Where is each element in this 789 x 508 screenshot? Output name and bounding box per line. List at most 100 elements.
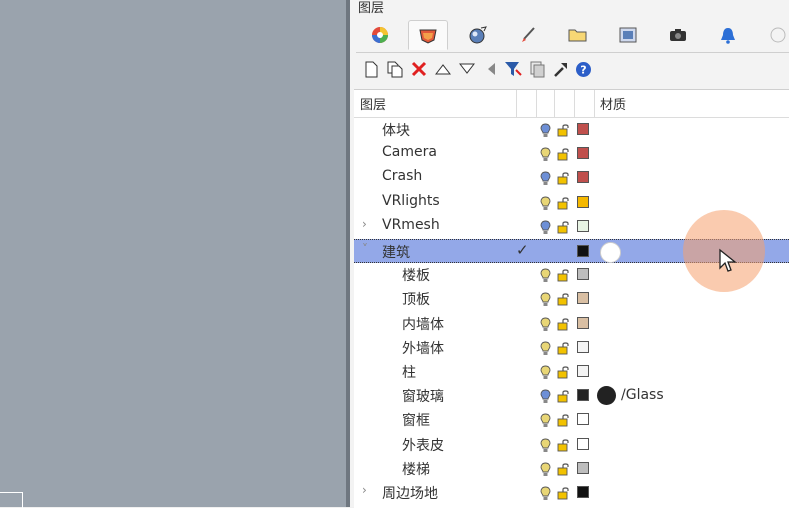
layer-color-swatch[interactable] (577, 365, 589, 377)
delete-layer-button[interactable] (408, 56, 430, 82)
lock-open-icon[interactable] (557, 438, 570, 452)
lock-open-icon[interactable] (557, 196, 570, 210)
layer-name[interactable]: Crash (382, 168, 422, 184)
layer-color-swatch[interactable] (577, 219, 589, 232)
layer-name[interactable]: 楼梯 (402, 459, 430, 479)
layer-name[interactable]: 体块 (382, 120, 410, 140)
visibility-bulb-icon[interactable] (540, 292, 551, 307)
header-layer[interactable]: 图层 (360, 94, 386, 113)
visibility-bulb-icon[interactable] (540, 389, 551, 404)
visibility-bulb-icon[interactable] (540, 196, 551, 211)
lock-open-icon[interactable] (557, 413, 570, 427)
viewport[interactable] (0, 0, 346, 508)
move-up-button[interactable] (432, 56, 454, 82)
layer-name[interactable]: 外表皮 (402, 435, 444, 455)
tab-render[interactable] (458, 20, 498, 50)
layer-row[interactable]: Camera (354, 142, 789, 166)
visibility-bulb-icon[interactable] (540, 341, 551, 356)
layer-name[interactable]: 建筑 (382, 242, 410, 262)
layer-row[interactable]: 体块 (354, 118, 789, 142)
layer-row[interactable]: 内墙体 (354, 312, 789, 336)
layer-name[interactable]: 内墙体 (402, 314, 444, 334)
layer-name[interactable]: VRmesh (382, 217, 440, 233)
visibility-bulb-icon[interactable] (540, 317, 551, 332)
lock-open-icon[interactable] (557, 171, 570, 185)
expand-chevron-icon[interactable]: › (362, 217, 367, 231)
visibility-bulb-icon[interactable] (540, 268, 551, 283)
lock-open-icon[interactable] (557, 365, 570, 379)
copy-button[interactable] (526, 56, 548, 82)
layer-name[interactable]: 窗框 (402, 410, 430, 430)
tab-notifications[interactable] (708, 20, 748, 50)
new-sublayer-button[interactable] (384, 56, 406, 82)
material-swatch[interactable] (600, 242, 621, 263)
layer-name[interactable]: 外墙体 (402, 338, 444, 358)
layer-color-swatch[interactable] (577, 389, 589, 402)
layer-color-swatch[interactable] (577, 123, 589, 135)
layer-row[interactable]: 外表皮 (354, 433, 789, 457)
layer-color-swatch[interactable] (577, 486, 589, 498)
layer-name[interactable]: 窗玻璃 (402, 386, 444, 406)
layer-row[interactable]: Crash (354, 166, 789, 190)
visibility-bulb-icon[interactable] (540, 365, 551, 380)
layer-color-swatch[interactable] (577, 292, 589, 305)
layer-name[interactable]: VRlights (382, 193, 440, 209)
layer-color-swatch[interactable] (577, 245, 589, 257)
lock-open-icon[interactable] (557, 147, 570, 161)
lock-open-icon[interactable] (557, 268, 570, 282)
layer-row[interactable]: 窗玻璃/Glass (354, 384, 789, 408)
visibility-bulb-icon[interactable] (540, 462, 551, 477)
visibility-bulb-icon[interactable] (540, 438, 551, 453)
layer-name[interactable]: 顶板 (402, 289, 430, 309)
layer-row[interactable]: 柱 (354, 360, 789, 384)
tab-history[interactable] (758, 20, 789, 50)
layer-name[interactable]: Camera (382, 144, 437, 160)
lock-open-icon[interactable] (557, 462, 570, 476)
material-name[interactable]: /Glass (621, 387, 664, 403)
layer-color-swatch[interactable] (577, 195, 589, 208)
move-down-button[interactable] (456, 56, 478, 82)
move-to-parent-button[interactable] (480, 56, 502, 82)
layer-name[interactable]: 柱 (402, 362, 416, 382)
visibility-bulb-icon[interactable] (540, 123, 551, 138)
layer-row[interactable]: 窗框 (354, 408, 789, 432)
layer-color-swatch[interactable] (577, 147, 589, 160)
help-button[interactable]: ? (572, 56, 594, 82)
header-material[interactable]: 材质 (600, 94, 626, 113)
lock-open-icon[interactable] (557, 317, 570, 331)
lock-open-icon[interactable] (557, 123, 570, 137)
visibility-bulb-icon[interactable] (540, 147, 551, 162)
lock-open-icon[interactable] (557, 389, 570, 403)
lock-open-icon[interactable] (557, 292, 570, 306)
new-layer-button[interactable] (360, 56, 382, 82)
layer-name[interactable]: 周边场地 (382, 483, 438, 503)
lock-open-icon[interactable] (557, 220, 570, 234)
tab-image[interactable] (608, 20, 648, 50)
material-swatch[interactable] (597, 386, 616, 406)
tab-folder[interactable] (558, 20, 598, 50)
tab-color[interactable] (360, 20, 400, 50)
tab-brush[interactable] (508, 20, 548, 50)
expand-chevron-icon[interactable]: › (362, 483, 367, 497)
visibility-bulb-icon[interactable] (540, 486, 551, 501)
visibility-bulb-icon[interactable] (540, 220, 551, 235)
lock-open-icon[interactable] (557, 341, 570, 355)
visibility-bulb-icon[interactable] (540, 413, 551, 428)
tab-layers[interactable] (408, 20, 448, 50)
tools-button[interactable] (550, 56, 572, 82)
layer-color-swatch[interactable] (577, 316, 589, 329)
lock-open-icon[interactable] (557, 486, 570, 500)
visibility-bulb-icon[interactable] (540, 171, 551, 186)
layer-color-swatch[interactable] (577, 268, 589, 281)
layer-color-swatch[interactable] (577, 340, 589, 353)
layer-row[interactable]: 外墙体 (354, 336, 789, 360)
collapse-chevron-icon[interactable]: ˅ (362, 242, 368, 256)
layer-color-swatch[interactable] (577, 461, 589, 474)
layer-color-swatch[interactable] (577, 171, 589, 184)
layer-name[interactable]: 楼板 (402, 265, 430, 285)
layer-row[interactable]: 楼梯 (354, 457, 789, 481)
tab-camera[interactable] (658, 20, 698, 50)
layer-row[interactable]: › 周边场地 (354, 481, 789, 505)
filter-button[interactable] (502, 56, 524, 82)
layer-color-swatch[interactable] (577, 413, 589, 426)
